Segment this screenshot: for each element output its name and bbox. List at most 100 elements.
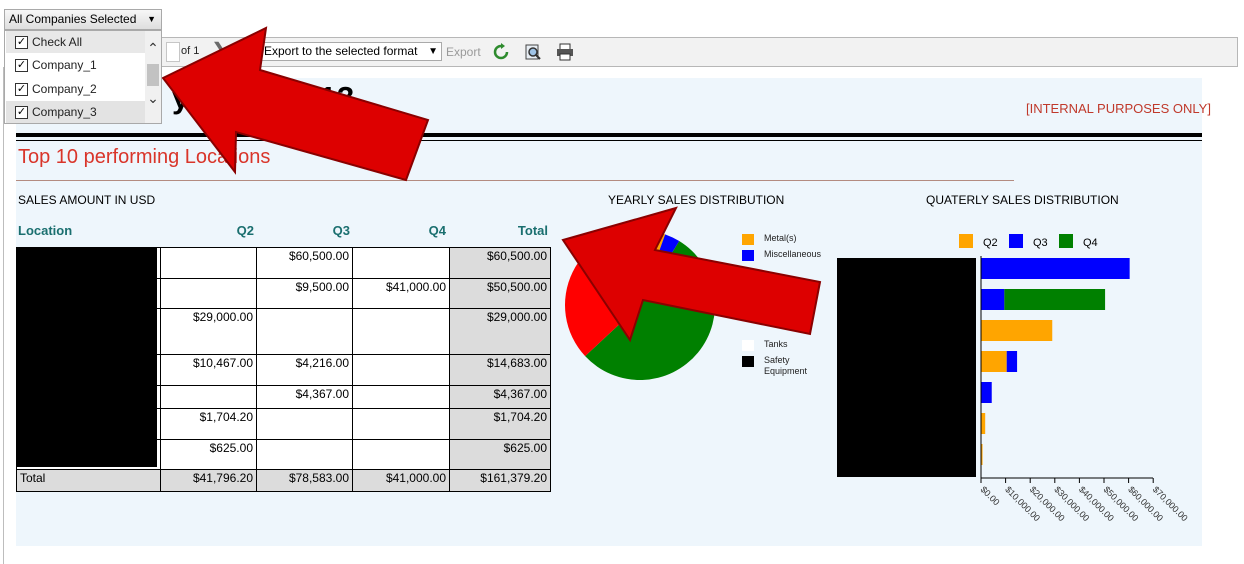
option-company[interactable]: ✓ Company_1 — [6, 54, 146, 76]
table-total-row: Total $41,796.20 $78,583.00 $41,000.00 $… — [16, 469, 551, 492]
header-q4: Q4 — [428, 223, 446, 238]
bar — [1004, 289, 1106, 310]
q4-cell — [352, 247, 450, 279]
total-cell: $29,000.00 — [449, 308, 551, 355]
x-tick-label: $0.00 — [979, 484, 1002, 507]
option-label: Company_1 — [32, 58, 97, 72]
total-cell: $4,367.00 — [449, 385, 551, 409]
header-q2: Q2 — [236, 223, 254, 238]
company-filter-value: All Companies Selected — [9, 12, 137, 26]
legend-swatch — [959, 234, 973, 248]
checkbox-checked-icon[interactable]: ✓ — [15, 59, 28, 72]
legend-swatch — [742, 356, 754, 367]
legend-label: Miscellaneous — [764, 249, 822, 259]
bar — [981, 413, 986, 434]
refresh-icon[interactable] — [492, 43, 510, 61]
dropdown-scrollbar[interactable]: ⌃ ⌄ — [145, 31, 161, 123]
checkbox-checked-icon[interactable]: ✓ — [15, 36, 28, 49]
option-label: Company_2 — [32, 82, 97, 96]
bar — [1006, 351, 1018, 372]
internal-note: [INTERNAL PURPOSES ONLY] — [1026, 101, 1211, 116]
option-company[interactable]: ✓ Company_2 — [6, 78, 146, 100]
q4-cell — [352, 354, 450, 386]
header-location: Location — [18, 223, 73, 238]
grand-total-cell: $161,379.20 — [449, 469, 551, 492]
next-page-icon[interactable]: ❯ — [211, 40, 228, 62]
section-title: Top 10 performing Locations — [18, 146, 271, 168]
report-title: y S 2013 — [172, 80, 355, 115]
page-number-input[interactable] — [166, 42, 180, 62]
legend-swatch — [742, 340, 754, 351]
q2-cell: $29,000.00 — [160, 308, 257, 355]
checkbox-checked-icon[interactable]: ✓ — [15, 83, 28, 96]
q2-cell: $10,467.00 — [160, 354, 257, 386]
q2-cell: $625.00 — [160, 439, 257, 470]
option-company[interactable]: ✓ Company_3 — [6, 101, 146, 123]
chevron-up-icon[interactable]: ⌃ — [146, 41, 160, 55]
option-label: Company_3 — [32, 105, 97, 119]
legend-swatch — [742, 234, 754, 245]
divider-thick — [16, 133, 1202, 137]
export-button[interactable]: Export — [446, 45, 481, 59]
q2-cell — [160, 278, 257, 309]
total-cell: $1,704.20 — [449, 408, 551, 440]
bar — [981, 382, 992, 403]
chevron-down-icon[interactable]: ⌄ — [146, 91, 160, 105]
q2-cell — [160, 247, 257, 279]
total-cell: $60,500.00 — [449, 247, 551, 279]
redacted-locations — [16, 247, 157, 467]
legend-label: Tanks — [764, 339, 788, 349]
bar-chart-title: QUATERLY SALES DISTRIBUTION — [926, 193, 1119, 207]
redacted-bar-labels — [837, 258, 976, 477]
checkbox-checked-icon[interactable]: ✓ — [15, 106, 28, 119]
legend-label: Metal(s) — [764, 233, 797, 243]
q4-cell — [352, 385, 450, 409]
export-format-select[interactable]: Export to the selected format ▼ — [260, 42, 442, 61]
legend-swatch — [1059, 234, 1073, 248]
q3-cell — [256, 439, 353, 470]
q4-cell — [352, 408, 450, 440]
q2-cell — [160, 385, 257, 409]
print-icon[interactable] — [556, 43, 574, 61]
total-label-cell: Total — [16, 469, 161, 492]
pie-chart-title: YEARLY SALES DISTRIBUTION — [608, 193, 785, 207]
bar — [981, 351, 1007, 372]
q4-cell: $41,000.00 — [352, 278, 450, 309]
legend-swatch — [742, 250, 754, 261]
total-cell: $50,500.00 — [449, 278, 551, 309]
report-frame-border — [3, 67, 4, 564]
q3-cell: $9,500.00 — [256, 278, 353, 309]
legend-label: Q4 — [1083, 237, 1098, 249]
q3-cell: $4,367.00 — [256, 385, 353, 409]
section-divider — [16, 180, 1014, 181]
option-label: Check All — [32, 35, 83, 49]
total-cell: $625.00 — [449, 439, 551, 470]
pie-chart — [565, 230, 715, 380]
legend-label: Safety Equipment — [764, 355, 808, 376]
q4-cell — [352, 308, 450, 355]
q3-cell — [256, 408, 353, 440]
print-preview-icon[interactable] — [524, 43, 542, 61]
total-q3-cell: $78,583.00 — [256, 469, 353, 492]
total-cell: $14,683.00 — [449, 354, 551, 386]
export-format-value: Export to the selected format — [264, 44, 418, 58]
legend-label: Q3 — [1033, 237, 1048, 249]
total-q2-cell: $41,796.20 — [160, 469, 257, 492]
q3-cell: $4,216.00 — [256, 354, 353, 386]
chevron-down-icon: ▼ — [147, 14, 156, 24]
sales-table-title: SALES AMOUNT IN USD — [18, 193, 156, 207]
company-filter-select[interactable]: All Companies Selected ▼ — [4, 9, 162, 30]
company-dropdown-list: ✓ Check All ✓ Company_1 ✓ Company_2 ✓ Co… — [4, 30, 162, 124]
header-q3: Q3 — [332, 223, 350, 238]
divider-thin — [16, 140, 1202, 141]
bar — [981, 320, 1053, 341]
option-check-all[interactable]: ✓ Check All — [6, 31, 146, 53]
q4-cell — [352, 439, 450, 470]
q2-cell: $1,704.20 — [160, 408, 257, 440]
q3-cell — [256, 308, 353, 355]
legend-label: Q2 — [983, 237, 998, 249]
legend-swatch — [1009, 234, 1023, 248]
chevron-down-icon: ▼ — [428, 46, 438, 57]
header-total: Total — [517, 223, 548, 238]
scrollbar-thumb[interactable] — [147, 64, 159, 86]
